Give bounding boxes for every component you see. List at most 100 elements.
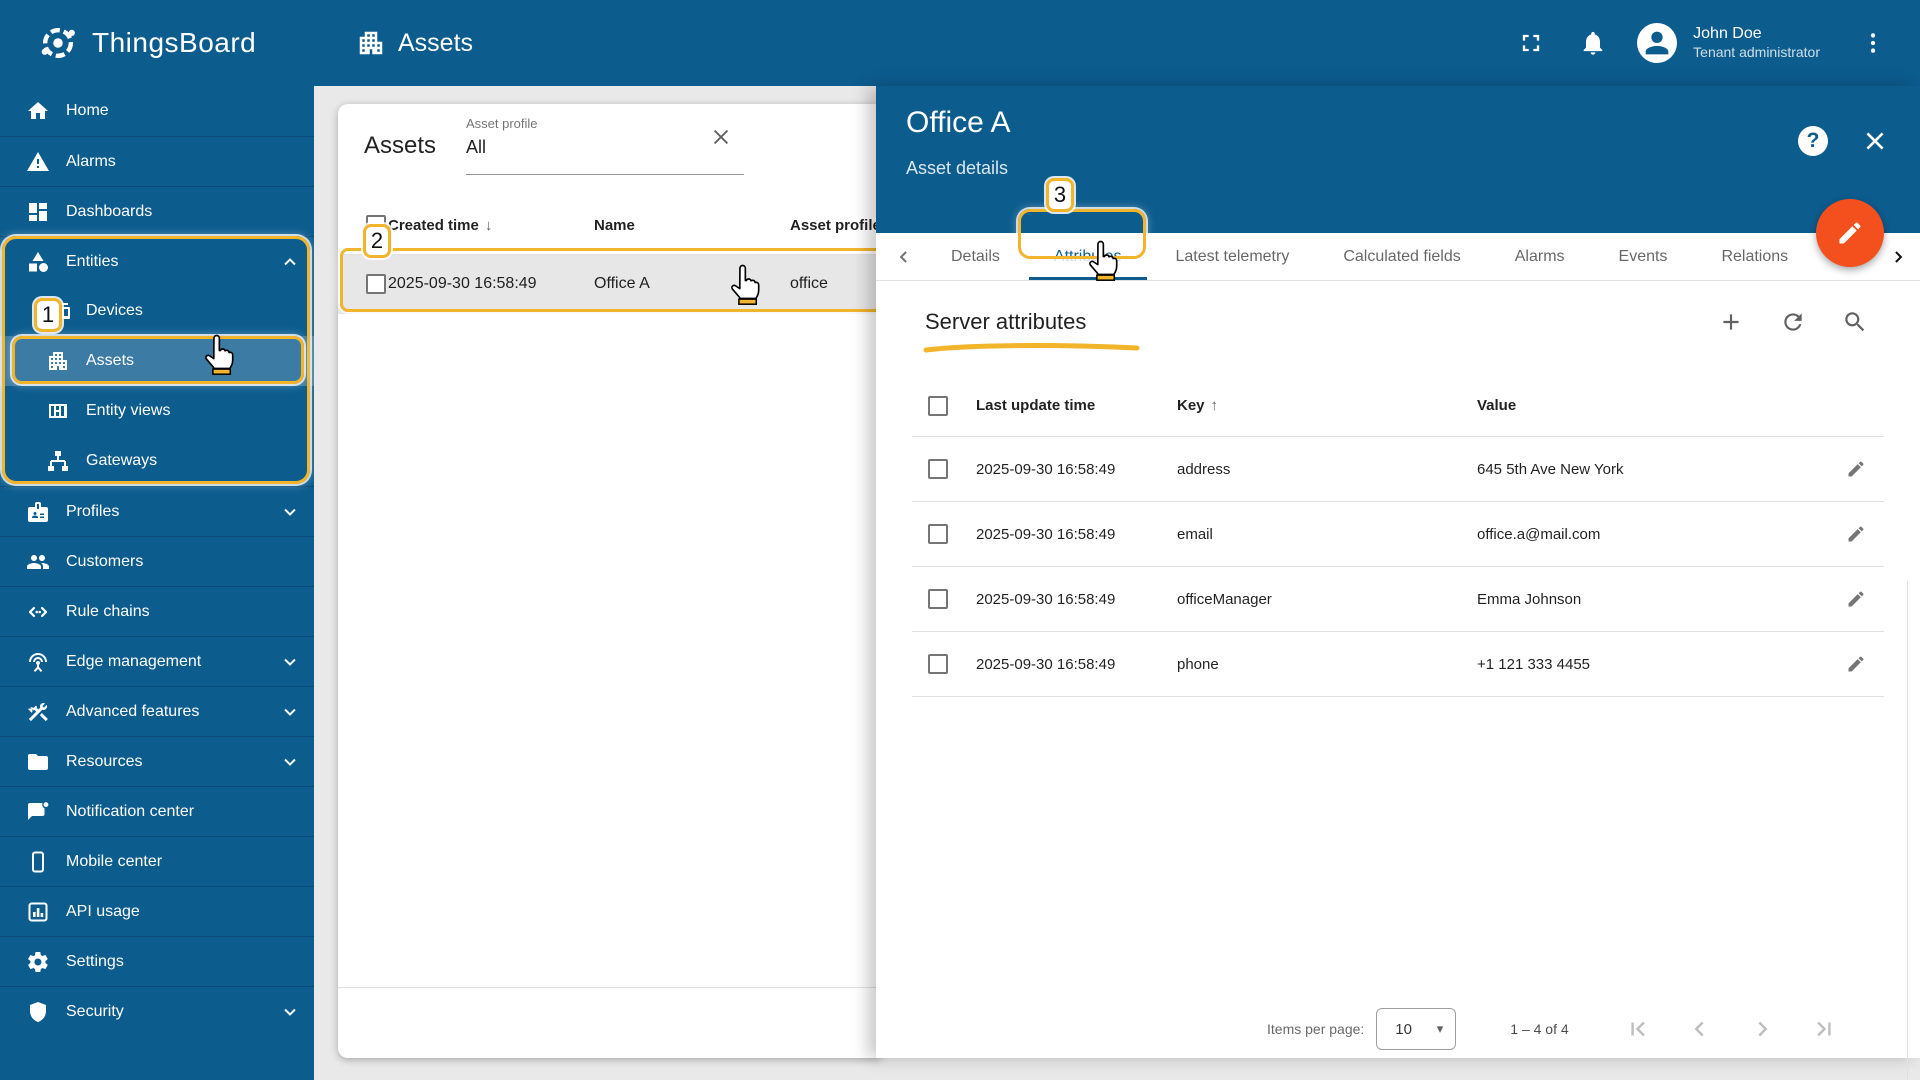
thingsboard-app: ThingsBoard Assets John Doe Tenant admin…: [0, 0, 1920, 1080]
close-icon[interactable]: [1862, 128, 1888, 154]
help-icon[interactable]: ?: [1798, 126, 1828, 156]
cell-time: 2025-09-30 16:58:49: [976, 590, 1116, 608]
tabs-scroll-left-icon[interactable]: [884, 233, 924, 280]
logo-text: ThingsBoard: [92, 27, 257, 58]
sidebar-item-resources[interactable]: Resources: [0, 736, 314, 786]
person-icon: [1645, 31, 1669, 55]
sidebar-item-settings[interactable]: Settings: [0, 936, 314, 986]
category-shapes-icon: [26, 250, 50, 274]
edit-pencil-icon[interactable]: [1846, 459, 1866, 479]
sidebar-item-security[interactable]: Security: [0, 986, 314, 1036]
sidebar-item-profiles[interactable]: Profiles: [0, 486, 314, 536]
paginator-nav: [1625, 1016, 1837, 1042]
sidebar-item-devices[interactable]: Devices: [0, 286, 314, 336]
search-icon[interactable]: [1842, 309, 1868, 335]
tab-relations[interactable]: Relations: [1694, 233, 1815, 280]
next-page-icon[interactable]: [1749, 1016, 1775, 1042]
fullscreen-icon[interactable]: [1517, 29, 1545, 57]
edit-pencil-icon[interactable]: [1846, 524, 1866, 544]
details-subtitle: Asset details: [906, 158, 1009, 178]
chevron-down-icon: [280, 702, 300, 722]
row-checkbox[interactable]: [928, 459, 948, 479]
column-created-time[interactable]: Created time ↓: [388, 217, 594, 234]
column-key[interactable]: Key ↑: [1177, 397, 1477, 414]
sidebar-item-dashboards[interactable]: Dashboards: [0, 186, 314, 236]
more-vert-icon[interactable]: [1860, 30, 1886, 56]
edit-fab-button[interactable]: [1816, 199, 1884, 267]
tab-latest-telemetry[interactable]: Latest telemetry: [1149, 233, 1317, 280]
column-value[interactable]: Value: [1477, 397, 1828, 414]
column-name[interactable]: Name: [594, 217, 790, 234]
row-checkbox[interactable]: [928, 654, 948, 674]
warning-icon: [26, 150, 50, 174]
apartment-icon: [46, 349, 70, 373]
user-name: John Doe: [1693, 25, 1762, 43]
assets-table-card: Assets Asset profile All Created time ↓ N…: [338, 104, 884, 1058]
sidebar-item-customers[interactable]: Customers: [0, 536, 314, 586]
asset-row-office-a[interactable]: 2025-09-30 16:58:49 Office A office: [338, 255, 884, 313]
sidebar-item-rule-chains[interactable]: Rule chains: [0, 586, 314, 636]
tab-details[interactable]: Details: [924, 233, 1027, 280]
last-page-icon[interactable]: [1811, 1016, 1837, 1042]
attributes-scope[interactable]: Server attributes: [923, 309, 1140, 353]
assets-card-header: Assets Asset profile All: [338, 104, 884, 196]
column-asset-profile[interactable]: Asset profile: [790, 217, 884, 234]
tabs-scroll-right-icon[interactable]: [1878, 233, 1918, 281]
attribute-row-phone[interactable]: 2025-09-30 16:58:49 phone +1 121 333 445…: [912, 632, 1884, 697]
tab-events[interactable]: Events: [1592, 233, 1695, 280]
smartphone-icon: [26, 850, 50, 874]
edit-pencil-icon[interactable]: [1846, 654, 1866, 674]
assets-table-header: Created time ↓ Name Asset profile: [338, 196, 884, 254]
sidebar-item-edge-management[interactable]: Edge management: [0, 636, 314, 686]
select-all-checkbox[interactable]: [366, 215, 386, 235]
attribute-row-office-manager[interactable]: 2025-09-30 16:58:49 officeManager Emma J…: [912, 567, 1884, 632]
clear-filter-icon[interactable]: [710, 126, 732, 148]
sidebar-item-mobile-center[interactable]: Mobile center: [0, 836, 314, 886]
asset-profile-filter-value: All: [466, 137, 487, 157]
caret-down-icon: ▾: [1436, 1021, 1444, 1036]
row-checkbox[interactable]: [928, 589, 948, 609]
sidebar-item-assets[interactable]: Assets: [0, 336, 314, 386]
edit-pencil-icon[interactable]: [1846, 589, 1866, 609]
select-all-checkbox[interactable]: [928, 395, 948, 416]
folder-icon: [26, 750, 50, 774]
lan-network-icon: [46, 449, 70, 473]
previous-page-icon[interactable]: [1687, 1016, 1713, 1042]
sidebar-item-entities[interactable]: Entities: [0, 236, 314, 286]
sidebar-item-advanced-features[interactable]: Advanced features: [0, 686, 314, 736]
add-attribute-icon[interactable]: [1718, 309, 1744, 335]
cell-name: Office A: [594, 275, 650, 292]
filter-underline: [466, 174, 744, 175]
attribute-row-address[interactable]: 2025-09-30 16:58:49 address 645 5th Ave …: [912, 437, 1884, 502]
sidebar-item-home[interactable]: Home: [0, 86, 314, 136]
pencil-icon: [1839, 222, 1861, 244]
sidebar-item-notification-center[interactable]: Notification center: [0, 786, 314, 836]
cell-key: phone: [1177, 655, 1219, 673]
attribute-row-email[interactable]: 2025-09-30 16:58:49 email office.a@mail.…: [912, 502, 1884, 567]
tab-calculated-fields[interactable]: Calculated fields: [1316, 233, 1487, 280]
annotation-underline: [923, 341, 1141, 359]
first-page-icon[interactable]: [1625, 1016, 1651, 1042]
tab-alarms[interactable]: Alarms: [1488, 233, 1592, 280]
row-checkbox[interactable]: [366, 274, 386, 294]
page-size-select[interactable]: 10 ▾: [1376, 1008, 1457, 1050]
user-avatar[interactable]: [1637, 23, 1678, 63]
column-last-update-time[interactable]: Last update time: [976, 397, 1177, 414]
row-checkbox[interactable]: [928, 524, 948, 544]
sidebar-item-gateways[interactable]: Gateways: [0, 436, 314, 486]
sidebar-item-entity-views[interactable]: Entity views: [0, 386, 314, 436]
chevron-down-icon: [280, 1002, 300, 1022]
sidebar-item-api-usage[interactable]: API usage: [0, 886, 314, 936]
asset-profile-filter-label: Asset profile: [466, 116, 538, 131]
breadcrumb: Assets: [356, 28, 473, 58]
user-info: John Doe Tenant administrator: [1693, 24, 1820, 62]
asset-profile-filter[interactable]: Asset profile All: [466, 116, 746, 175]
thingsboard-logo[interactable]: ThingsBoard: [0, 21, 314, 65]
refresh-icon[interactable]: [1780, 309, 1806, 335]
tab-attributes[interactable]: Attributes: [1027, 233, 1149, 280]
sidebar-item-alarms[interactable]: Alarms: [0, 136, 314, 186]
cell-value: +1 121 333 4455: [1477, 655, 1591, 673]
sort-desc-icon: ↓: [484, 216, 493, 234]
notifications-bell-icon[interactable]: [1579, 29, 1607, 57]
details-tabs: Details Attributes Latest telemetry Calc…: [876, 199, 1920, 281]
